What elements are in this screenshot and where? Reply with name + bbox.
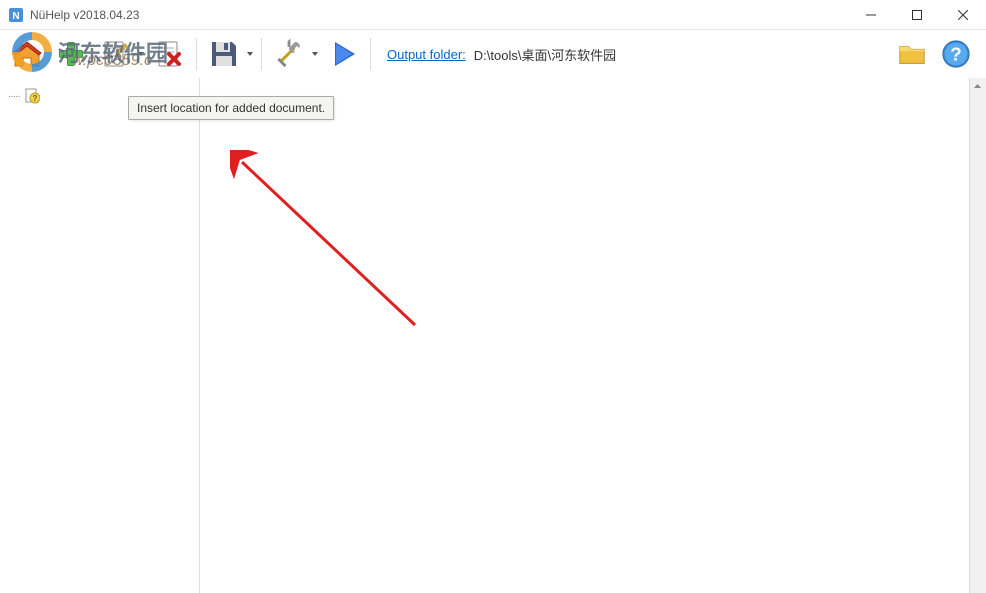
help-button[interactable]: ?	[938, 36, 974, 72]
remove-button[interactable]	[148, 33, 190, 75]
tools-button[interactable]	[268, 33, 310, 75]
browse-folder-button[interactable]	[894, 36, 930, 72]
app-icon: N	[8, 7, 24, 23]
home-icon	[11, 38, 43, 70]
titlebar: N NüHelp v2018.04.23	[0, 0, 986, 30]
content-panel	[200, 78, 986, 593]
tooltip: Insert location for added document.	[128, 96, 334, 120]
output-folder-path: D:\tools\桌面\河东软件园	[474, 45, 892, 64]
svg-text:N: N	[12, 11, 19, 22]
save-icon	[208, 38, 240, 70]
main-area: ····· ?	[0, 78, 986, 593]
remove-icon	[153, 38, 185, 70]
minimize-button[interactable]	[848, 0, 894, 30]
add-button[interactable]	[50, 33, 92, 75]
toolbar-separator	[370, 38, 371, 70]
edit-button[interactable]	[94, 33, 136, 75]
toolbar-separator	[261, 38, 262, 70]
svg-text:?: ?	[950, 44, 961, 65]
output-folder-label[interactable]: Output folder:	[387, 47, 466, 62]
edit-icon	[99, 38, 131, 70]
window-title: NüHelp v2018.04.23	[30, 8, 848, 22]
scroll-up-icon	[971, 80, 984, 93]
help-icon: ?	[941, 39, 971, 69]
edit-dropdown[interactable]	[136, 33, 146, 75]
svg-text:?: ?	[32, 94, 37, 103]
tools-icon	[273, 38, 305, 70]
close-button[interactable]	[940, 0, 986, 30]
output-folder-section: Output folder: D:\tools\桌面\河东软件园	[387, 45, 892, 64]
toolbar-separator	[196, 38, 197, 70]
folder-icon	[897, 39, 927, 69]
save-dropdown[interactable]	[245, 33, 255, 75]
save-button[interactable]	[203, 33, 245, 75]
window-controls	[848, 0, 986, 29]
add-icon	[55, 38, 87, 70]
tools-dropdown[interactable]	[310, 33, 320, 75]
play-button[interactable]	[322, 33, 364, 75]
maximize-button[interactable]	[894, 0, 940, 30]
vertical-scrollbar[interactable]	[969, 78, 986, 593]
home-button[interactable]	[6, 33, 48, 75]
toolbar: Output folder: D:\tools\桌面\河东软件园 ?	[0, 30, 986, 78]
tree-panel[interactable]: ····· ?	[0, 78, 200, 593]
play-icon	[327, 38, 359, 70]
tree-connector: ·····	[8, 91, 20, 102]
document-help-icon: ?	[24, 88, 40, 104]
